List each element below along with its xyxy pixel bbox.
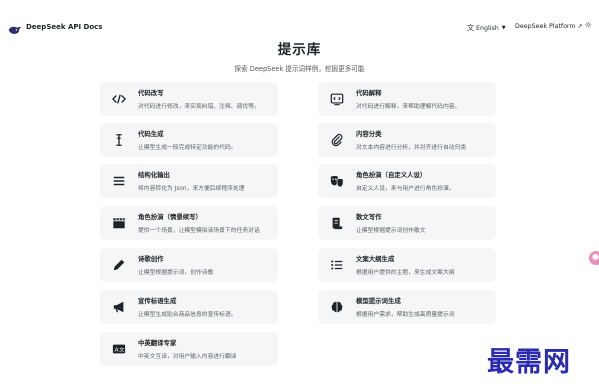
deepseek-whale-logo-icon (8, 21, 22, 34)
brand-name: DeepSeek API Docs (26, 23, 103, 31)
card-prompt-generation[interactable]: 模型提示词生成根据用户需求，帮助生成高质量提示词 (318, 290, 496, 324)
card-title: 代码解释 (356, 89, 382, 97)
card-title: 角色扮演（情景续写） (138, 213, 202, 221)
brain-icon (318, 300, 356, 314)
translate-icon: 文 (467, 24, 474, 32)
svg-text:文: 文 (119, 346, 125, 354)
list-lines-icon (100, 174, 138, 188)
chat-bubble-icon: ● (592, 252, 599, 261)
brand-link[interactable]: DeepSeek API Docs (8, 21, 103, 34)
card-description: 根据用户需求，帮助生成高质量提示词 (356, 312, 455, 318)
bullet-list-icon (318, 258, 356, 272)
card-title: 结构化输出 (138, 171, 170, 179)
clapperboard-icon (100, 216, 138, 230)
page-subtitle: 探索 DeepSeek 提示词样例，挖掘更多可能 (234, 65, 365, 73)
platform-link[interactable]: DeepSeek Platform ↗ (515, 23, 583, 30)
card-content-classification[interactable]: 内容分类对文本内容进行分析，并对齐进行自动归类 (318, 123, 496, 157)
svg-text:A: A (115, 348, 119, 354)
theater-masks-icon (318, 174, 356, 188)
card-description: 让模型生成一段完成特定功能的代码。 (138, 145, 237, 151)
card-translation[interactable]: A文 中英翻译专家中英文互译，对用户输入内容进行翻译 (100, 332, 278, 366)
card-description: 让模型根据提示词，创作诗歌 (138, 270, 214, 276)
card-description: 中英文互译，对用户输入内容进行翻译 (138, 354, 237, 360)
card-description: 提供一个场景，让模型模拟该场景下的任务对话 (138, 228, 260, 234)
text-cursor-icon (100, 133, 138, 147)
card-code-explain[interactable]: 代码解释对代码进行解释，来帮助理解代码内容。 (318, 82, 496, 116)
megaphone-icon (100, 300, 138, 314)
card-prose-writing[interactable]: 散文写作让模型根据提示词创作散文 (318, 206, 496, 240)
card-description: 将内容转化为 Json，来方便后续程序处理 (138, 186, 245, 192)
card-roleplay-custom[interactable]: 角色扮演（自定义人设） 自定义人设，来与用户进行角色扮演。 (318, 164, 496, 198)
card-title: 模型提示词生成 (356, 297, 401, 305)
scroll-icon (318, 216, 356, 230)
language-label: English (476, 24, 499, 32)
card-description: 对代码进行解释，来帮助理解代码内容。 (356, 104, 461, 110)
card-code-rewrite[interactable]: 代码改写对代码进行修改，来实现纠错、注释、调优等。 (100, 82, 278, 116)
code-terminal-icon (318, 92, 356, 106)
code-brackets-icon (100, 92, 138, 106)
chevron-down-icon: ▼ (501, 25, 506, 31)
card-title: 内容分类 (356, 130, 382, 138)
platform-link-label: DeepSeek Platform (515, 23, 576, 30)
translate-icon: A文 (100, 342, 138, 356)
floating-assistant-button[interactable]: ● (589, 251, 599, 265)
card-slogan[interactable]: 宣传标语生成让模型生成贴合商品信息的宣传标语。 (100, 290, 278, 324)
paperclip-icon (318, 133, 356, 147)
card-title: 文案大纲生成 (356, 255, 395, 263)
card-structured-output[interactable]: 结构化输出将内容转化为 Json，来方便后续程序处理 (100, 164, 278, 198)
card-description: 让模型根据提示词创作散文 (356, 228, 426, 234)
card-poetry[interactable]: 诗歌创作让模型根据提示词，创作诗歌 (100, 248, 278, 282)
card-code-generation[interactable]: 代码生成让模型生成一段完成特定功能的代码。 (100, 123, 278, 157)
card-title: 散文写作 (356, 213, 382, 221)
card-description: 对文本内容进行分析，并对齐进行自动归类 (356, 145, 467, 151)
card-copy-outline[interactable]: 文案大纲生成根据用户提供的主题，来生成文案大纲 (318, 248, 496, 282)
card-description: 让模型生成贴合商品信息的宣传标语。 (138, 312, 237, 318)
card-roleplay-scenario[interactable]: 角色扮演（情景续写） 提供一个场景，让模型模拟该场景下的任务对话 (100, 206, 278, 240)
watermark-text: 最需网 (487, 347, 571, 378)
card-description: 对代码进行修改，来实现纠错、注释、调优等。 (138, 104, 260, 110)
card-title: 中英翻译专家 (138, 339, 177, 347)
card-description: 根据用户提供的主题，来生成文案大纲 (356, 270, 455, 276)
pen-icon (100, 258, 138, 272)
theme-toggle-sun-icon[interactable]: ☼ (584, 21, 592, 31)
language-selector[interactable]: 文 English ▼ (467, 23, 506, 33)
card-title: 角色扮演（自定义人设） (356, 171, 427, 179)
card-title: 代码生成 (138, 130, 164, 138)
card-title: 代码改写 (138, 89, 164, 97)
card-title: 宣传标语生成 (138, 297, 177, 305)
page-title: 提示库 (277, 42, 322, 58)
external-link-icon: ↗ (577, 23, 583, 30)
card-description: 自定义人设，来与用户进行角色扮演。 (356, 186, 455, 192)
card-title: 诗歌创作 (138, 255, 164, 263)
